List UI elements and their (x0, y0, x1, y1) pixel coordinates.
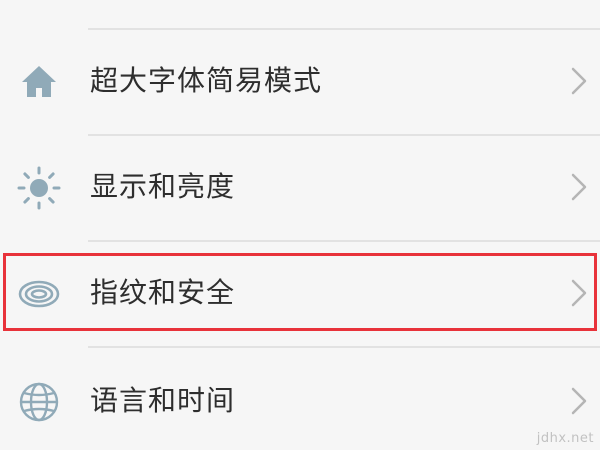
brightness-icon (16, 165, 62, 211)
settings-item-simple-mode[interactable]: 超大字体简易模式 (0, 30, 600, 132)
settings-item-label: 显示和亮度 (90, 170, 236, 203)
watermark: jdhx.net (536, 431, 594, 446)
globe-icon (16, 379, 62, 425)
settings-screen: 超大字体简易模式 显示和亮度 指纹和安全 语言和时间 jdhx.net (0, 0, 600, 450)
settings-item-label: 语言和时间 (90, 384, 236, 417)
settings-item-language-time[interactable]: 语言和时间 (0, 350, 600, 450)
chevron-right-icon (568, 172, 590, 202)
chevron-right-icon (568, 66, 590, 96)
settings-item-display-brightness[interactable]: 显示和亮度 (0, 136, 600, 238)
settings-item-label: 超大字体简易模式 (90, 64, 323, 97)
chevron-right-icon (568, 386, 590, 416)
home-icon (16, 59, 62, 105)
highlight-frame (3, 253, 597, 331)
divider (88, 346, 600, 348)
